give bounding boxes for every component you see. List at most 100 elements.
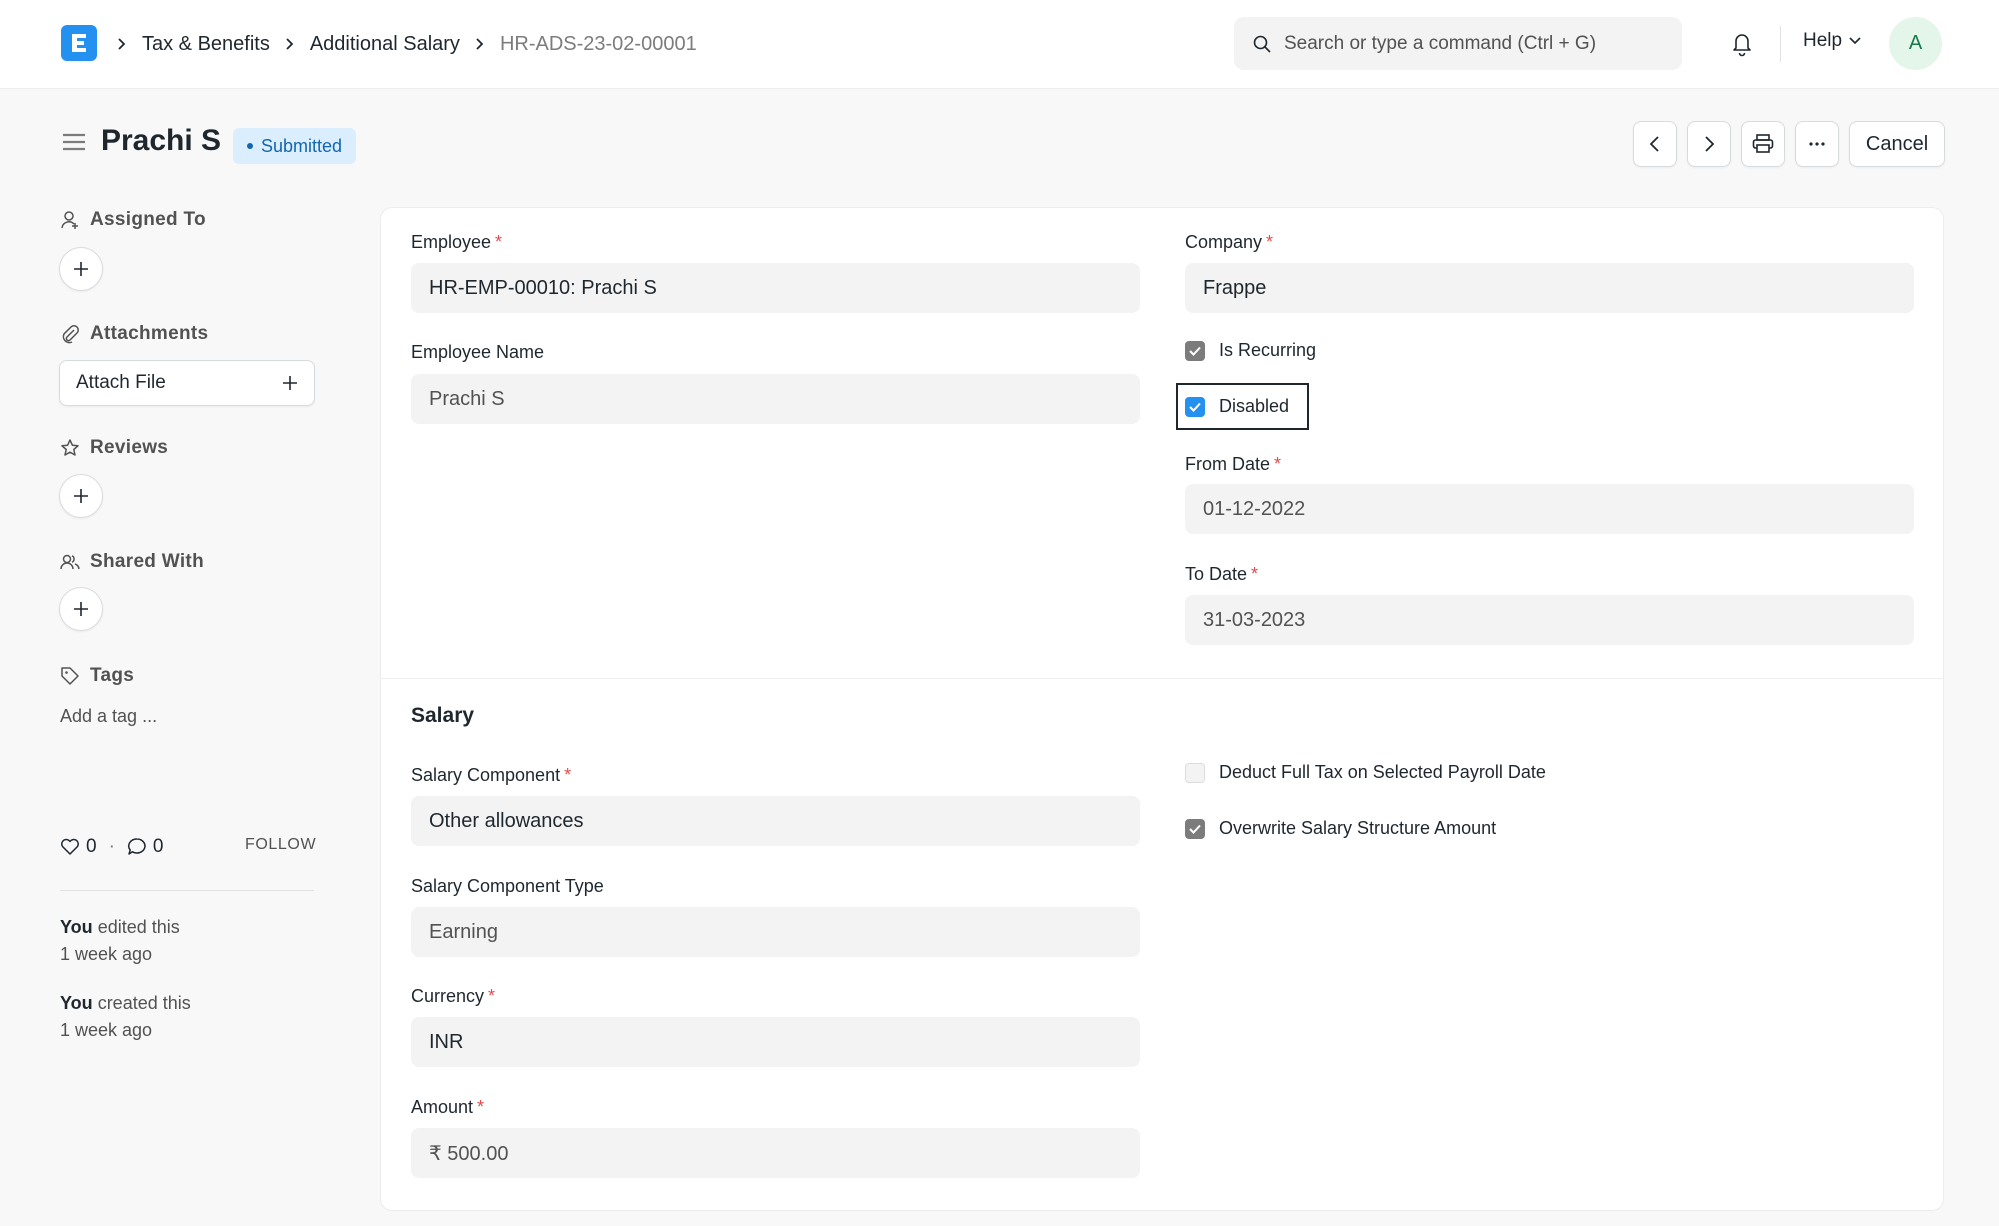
deduct-full-tax-checkbox[interactable]: Deduct Full Tax on Selected Payroll Date [1185,762,1546,783]
disabled-checkbox[interactable]: Disabled [1185,396,1289,417]
more-actions-button[interactable] [1795,121,1839,167]
assigned-to-section: Assigned To [60,209,206,231]
chevron-down-icon [1848,36,1862,46]
print-button[interactable] [1741,121,1785,167]
employee-name-field: Prachi S [411,374,1140,424]
status-dot [247,143,253,149]
amount-label: Amount * [411,1097,485,1117]
shared-with-label: Shared With [90,551,204,572]
to-date-field: 31-03-2023 [1185,595,1914,645]
more-dots-icon [1808,141,1826,147]
navbar: Tax & Benefits Additional Salary HR-ADS-… [0,0,1999,89]
activity-item: You edited this 1 week ago [60,914,180,968]
shared-with-section: Shared With [60,551,204,573]
chevron-right-icon [116,37,128,51]
salary-section-title: Salary [411,704,475,727]
add-tag-link[interactable]: Add a tag ... [60,706,157,727]
activity-item: You created this 1 week ago [60,990,191,1044]
from-date-field: 01-12-2022 [1185,484,1914,534]
users-icon [60,552,80,572]
is-recurring-label: Is Recurring [1219,340,1317,360]
breadcrumb: Tax & Benefits Additional Salary HR-ADS-… [116,30,711,58]
chevron-right-icon [474,37,486,51]
user-add-icon [60,210,80,230]
cancel-button[interactable]: Cancel [1849,121,1945,167]
salary-component-type-field: Earning [411,907,1140,957]
activity-action: edited this [97,917,180,937]
company-label: Company * [1185,232,1274,252]
reviews-section: Reviews [60,437,168,459]
from-date-label: From Date * [1185,454,1282,474]
section-divider [380,678,1944,679]
add-assignee-button[interactable] [59,247,103,291]
attach-file-label: Attach File [76,372,166,393]
add-review-button[interactable] [59,474,103,518]
employee-field[interactable]: HR-EMP-00010: Prachi S [411,263,1140,313]
printer-icon [1752,134,1774,154]
employee-label: Employee * [411,232,503,252]
likes-count: 0 [86,836,97,857]
attach-file-button[interactable]: Attach File [59,360,315,406]
activity-actor: You [60,993,93,1013]
assigned-to-label: Assigned To [90,209,206,230]
breadcrumb-current-doc[interactable]: HR-ADS-23-02-00001 [500,33,697,56]
is-recurring-checkbox[interactable]: Is Recurring [1185,340,1316,361]
separator-dot: · [108,836,115,857]
search-icon [1252,34,1272,54]
search-placeholder: Search or type a command (Ctrl + G) [1284,32,1597,54]
comments-count: 0 [152,836,164,857]
chevron-left-icon [1648,135,1662,153]
company-field[interactable]: Frappe [1185,263,1914,313]
status-label: Submitted [261,135,343,156]
tags-section: Tags [60,665,134,687]
plus-icon [73,261,89,277]
salary-component-field[interactable]: Other allowances [411,796,1140,846]
salary-component-label: Salary Component * [411,765,572,785]
disabled-label: Disabled [1219,396,1290,416]
currency-label: Currency * [411,986,496,1006]
overwrite-salary-label: Overwrite Salary Structure Amount [1219,818,1497,838]
attachments-section: Attachments [60,323,208,345]
breadcrumb-additional-salary[interactable]: Additional Salary [310,33,460,56]
search-input[interactable]: Search or type a command (Ctrl + G) [1234,17,1682,70]
checkbox-unchecked-icon [1185,762,1205,783]
plus-icon [282,375,298,391]
next-doc-button[interactable] [1687,121,1731,167]
paperclip-icon [60,324,80,344]
overwrite-salary-checkbox[interactable]: Overwrite Salary Structure Amount [1185,818,1496,839]
activity-time: 1 week ago [60,944,153,964]
deduct-full-tax-label: Deduct Full Tax on Selected Payroll Date [1219,762,1546,782]
help-dropdown[interactable]: Help [1803,30,1862,52]
status-badge: Submitted [233,128,357,164]
plus-icon [73,488,89,504]
salary-component-type-label: Salary Component Type [411,876,604,896]
heart-icon[interactable] [60,838,80,856]
notification-bell-icon[interactable] [1727,28,1757,58]
navbar-divider [1780,26,1781,62]
reviews-label: Reviews [90,437,169,458]
comment-icon[interactable] [127,837,147,857]
tag-icon [60,666,80,686]
checkbox-checked-icon [1185,818,1205,839]
amount-field: ₹ 500.00 [411,1128,1140,1178]
chevron-right-icon [284,37,296,51]
user-avatar[interactable]: A [1889,17,1942,70]
sidebar-divider [60,890,314,891]
breadcrumb-tax-benefits[interactable]: Tax & Benefits [142,33,270,56]
help-label: Help [1803,30,1843,51]
to-date-label: To Date * [1185,564,1259,584]
likes-comments: 0 · 0 [60,836,163,858]
follow-button[interactable]: FOLLOW [245,836,316,854]
currency-field[interactable]: INR [411,1017,1140,1067]
add-share-button[interactable] [59,587,103,631]
app-logo-icon[interactable] [61,25,97,61]
activity-time: 1 week ago [60,1020,153,1040]
activity-action: created this [97,993,191,1013]
activity-actor: You [60,917,93,937]
prev-doc-button[interactable] [1633,121,1677,167]
checkbox-checked-icon [1185,340,1205,361]
chevron-right-icon [1702,135,1716,153]
sidebar-toggle-icon[interactable] [62,132,86,152]
page-title: Prachi S [101,124,222,157]
employee-name-label: Employee Name [411,342,545,362]
